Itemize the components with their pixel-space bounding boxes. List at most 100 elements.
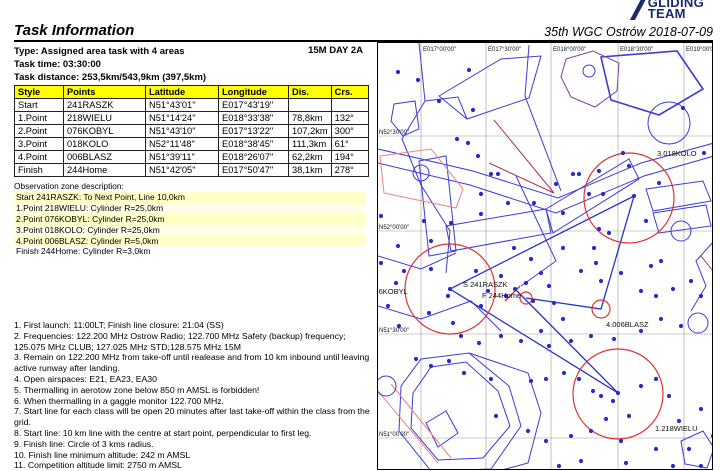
- task-table-cell: 006BLASZ: [64, 151, 146, 164]
- map-waypoint-label: 1.218WIELU: [655, 424, 698, 433]
- task-map-svg: E017°00'00"E017°30'00"E018°00'00"E018°30…: [378, 43, 713, 470]
- task-table-cell: 018KOLO: [64, 138, 146, 151]
- task-table-cell: 107,2km: [289, 125, 332, 138]
- task-table-row: 2.Point076KOBYLN51°43'10"E017°13'22"107,…: [15, 125, 369, 138]
- task-note-item: 11. Competition altitude limit: 2750 m A…: [14, 460, 374, 471]
- airspace-outline: [701, 256, 713, 271]
- task-table-cell: N51°43'01": [146, 99, 219, 112]
- map-latitude-label: N52°00'00": [379, 225, 409, 231]
- task-table: StylePointsLatitudeLongitudeDis.Crs. Sta…: [14, 85, 369, 177]
- task-table-col-header: Crs.: [331, 86, 368, 99]
- task-table-cell: 4.Point: [15, 151, 64, 164]
- task-table-cell: 244Home: [64, 164, 146, 177]
- task-table-cell: E017°13'22": [219, 125, 289, 138]
- task-distance-line: Task distance: 253,5km/543,9km (397,5km): [14, 71, 206, 84]
- task-note-item: 6. When thermalling in a gaggle monitor …: [14, 396, 374, 407]
- task-table-cell: N51°14'24": [146, 112, 219, 125]
- gliding-team-logo: GLIDING TEAM: [636, 0, 704, 20]
- airspace-outline: [691, 241, 713, 311]
- airspace-outline: [411, 362, 510, 460]
- task-table-row: 4.Point006BLASZN51°39'11"E018°26'07"62,2…: [15, 151, 369, 164]
- airspace-circle: [583, 65, 595, 77]
- map-latitude-label: N51°00'00": [379, 432, 409, 438]
- competition-title: 35th WGC Ostrów 2018-07-09: [544, 25, 713, 39]
- task-table-cell: 132°: [331, 112, 368, 125]
- task-note-item: 5. Thermalling in aerotow zone below 850…: [14, 385, 374, 396]
- task-table-cell: [289, 99, 332, 112]
- map-longitude-label: E018°30'00": [620, 47, 653, 53]
- task-table-cell: 38,1km: [289, 164, 332, 177]
- task-note-item: 10. Finish line minimum altitude: 242 m …: [14, 450, 374, 461]
- airspace-circle: [378, 376, 396, 396]
- airspace-outline: [646, 181, 711, 211]
- task-table-cell: 78,8km: [289, 112, 332, 125]
- observation-zone-list: Start 241RASZK: To Next Point, Line 10,0…: [14, 192, 366, 257]
- task-table-cell: Finish: [15, 164, 64, 177]
- map-waypoint-label: S 241RASZK: [463, 280, 508, 289]
- task-table-row: Start241RASZKN51°43'01"E017°43'19": [15, 99, 369, 112]
- observation-zone-line: 2.Point 076KOBYL: Cylinder R=25,0km: [14, 214, 366, 225]
- task-table-cell: 194°: [331, 151, 368, 164]
- task-table-cell: 1.Point: [15, 112, 64, 125]
- task-table-cell: 241RASZK: [64, 99, 146, 112]
- task-table-col-header: Longitude: [219, 86, 289, 99]
- task-note-item: 1. First launch: 11:00LT; Finish line cl…: [14, 320, 374, 331]
- task-table-cell: E018°33'38": [219, 112, 289, 125]
- map-longitude-label: E019°00'00": [686, 47, 713, 53]
- task-type-line: Type: Assigned area task with 4 areas: [14, 45, 206, 58]
- task-notes-list: 1. First launch: 11:00LT; Finish line cl…: [14, 320, 374, 471]
- map-latitude-label: N51°30'00": [379, 328, 409, 334]
- task-summary: Type: Assigned area task with 4 areas Ta…: [14, 45, 206, 84]
- task-time-line: Task time: 03:30:00: [14, 58, 206, 71]
- airspace-outline: [494, 120, 554, 193]
- task-note-item: 4. Open airspaces: E21, EA23, EA30: [14, 374, 374, 385]
- map-longitude-label: E017°00'00": [423, 47, 456, 53]
- airspace-outlines: [378, 43, 713, 470]
- task-table-row: 1.Point218WIELUN51°14'24"E018°33'38"78,8…: [15, 112, 369, 125]
- task-table-cell: E017°50'47": [219, 164, 289, 177]
- observation-zone-line: Finish 244Home: Cylinder R=3,0km: [14, 246, 366, 257]
- task-table-cell: E018°26'07": [219, 151, 289, 164]
- task-table-col-header: Dis.: [289, 86, 332, 99]
- map-waypoint-label: 2.076KOBYL: [378, 287, 408, 296]
- task-table-cell: N51°42'05": [146, 164, 219, 177]
- task-table-cell: [331, 99, 368, 112]
- airspace-outline: [525, 45, 561, 191]
- task-legs: [450, 196, 634, 393]
- task-table-col-header: Latitude: [146, 86, 219, 99]
- task-table-cell: 300°: [331, 125, 368, 138]
- task-table-cell: N51°43'10": [146, 125, 219, 138]
- task-note-item: 2. Frequencies: 122.200 MHz Ostrow Radio…: [14, 331, 374, 353]
- airspace-outline: [425, 97, 467, 119]
- task-table-cell: 278°: [331, 164, 368, 177]
- task-table-col-header: Points: [64, 86, 146, 99]
- task-table-col-header: Style: [15, 86, 64, 99]
- task-table-cell: 2.Point: [15, 125, 64, 138]
- task-table-cell: E017°43'19": [219, 99, 289, 112]
- task-note-item: 7. Start line for each class will be ope…: [14, 406, 374, 428]
- task-table-row: Finish244HomeN51°42'05"E017°50'47"38,1km…: [15, 164, 369, 177]
- logo-slash-icon: [630, 0, 647, 20]
- airspace-outline: [399, 353, 521, 470]
- task-table-header: StylePointsLatitudeLongitudeDis.Crs.: [15, 86, 369, 99]
- task-map: E017°00'00"E017°30'00"E018°00'00"E018°30…: [377, 42, 713, 470]
- map-longitude-label: E018°00'00": [553, 47, 586, 53]
- task-note-item: 9. Finish line: Circle of 3 kms radius.: [14, 439, 374, 450]
- airspace-outline: [419, 156, 456, 256]
- observation-zone-line: 4.Point 006BLASZ: Cylinder R=5,0km: [14, 236, 366, 247]
- airspace-outline: [402, 43, 450, 273]
- page-title: Task Information: [14, 22, 134, 39]
- airspace-outline: [446, 209, 551, 251]
- airspace-outline: [378, 253, 456, 269]
- observation-zone-heading: Observation zone description:: [14, 181, 124, 191]
- airspace-outline: [426, 411, 458, 447]
- task-note-item: 8. Start line: 10 km line with the centr…: [14, 428, 374, 439]
- task-table-cell: 3.Point: [15, 138, 64, 151]
- airspace-circle: [688, 313, 708, 333]
- map-waypoint-label: 4.006BLASZ: [606, 320, 649, 329]
- task-table-row: 3.Point018KOLON52°11'48"E018°38'45"111,3…: [15, 138, 369, 151]
- map-waypoint-label: F 244Home: [482, 291, 521, 300]
- observation-zone-line: 3.Point 018KOLO: Cylinder R=25,0km: [14, 225, 366, 236]
- task-table-cell: 218WIELU: [64, 112, 146, 125]
- task-table-cell: 111,3km: [289, 138, 332, 151]
